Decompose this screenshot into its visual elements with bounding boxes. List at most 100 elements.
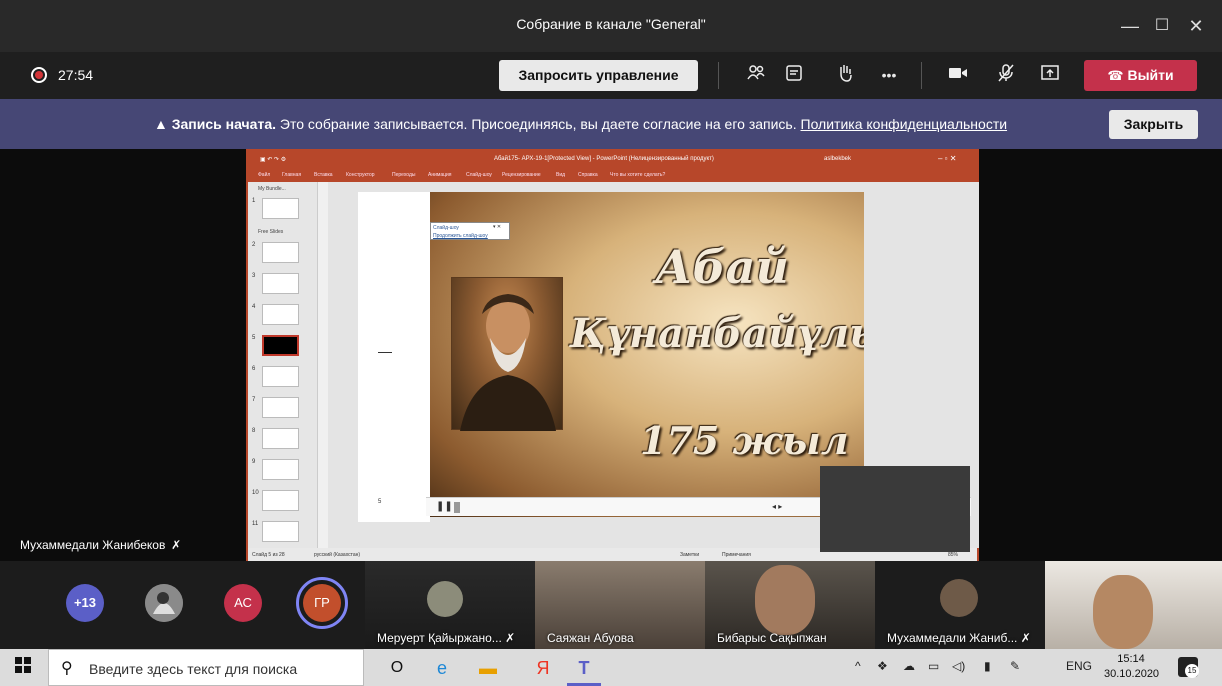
menu-home[interactable]: Главная [282, 172, 301, 178]
zoom-level[interactable]: 85% [948, 552, 958, 558]
section-label[interactable]: Free Slides [258, 229, 283, 235]
slide-thumbnail[interactable] [262, 242, 299, 263]
task-view-icon[interactable]: O [384, 655, 410, 681]
microphone-icon[interactable]: ▮ [984, 659, 991, 673]
notes-toggle[interactable]: Заметки [680, 552, 699, 558]
windows-start-icon[interactable] [10, 655, 36, 681]
clock-time: 15:14 [1117, 653, 1145, 665]
pen-icon[interactable]: ✎ [1010, 659, 1020, 673]
ppt-title: Абай175- АРХ-19-1[Protected View] - Powe… [494, 156, 714, 162]
participant-avatar[interactable]: ГР [303, 584, 341, 622]
section-label[interactable]: My Bundle... [258, 186, 286, 192]
edge-icon[interactable]: e [429, 655, 455, 681]
participant-tile[interactable]: Мухаммедали Жаниб... ✗ [875, 561, 1045, 649]
banner-text: Это собрание записывается. Присоединяясь… [279, 116, 797, 132]
warning-icon: ▲ [154, 116, 168, 132]
popup-close-icon[interactable]: ▾ ✕ [493, 224, 501, 230]
slide-number: 1 [252, 198, 256, 204]
recording-banner: ▲ Запись начата. Это собрание записывает… [0, 99, 1222, 149]
search-icon: ⚲ [61, 660, 73, 677]
divider [718, 62, 719, 89]
slide-thumbnail[interactable] [262, 366, 299, 387]
privacy-policy-link[interactable]: Политика конфиденциальности [801, 116, 1008, 132]
slide-thumbnail[interactable] [262, 428, 299, 449]
notes-page: 5 [358, 192, 430, 522]
taskbar-search[interactable]: ⚲ Введите здесь текст для поиска [48, 649, 364, 686]
menu-help[interactable]: Справка [578, 172, 598, 178]
participant-avatar[interactable] [145, 584, 183, 622]
menu-review[interactable]: Рецензирование [502, 172, 541, 178]
slideshow-popup[interactable]: Слайд-шоу ▾ ✕ Продолжить слайд-шоу [430, 222, 510, 240]
camera-icon[interactable] [946, 63, 970, 87]
pause-icon[interactable]: ❚❚ [436, 501, 453, 512]
ppt-user: aslbekbek [824, 156, 852, 162]
participant-avatar [427, 581, 463, 617]
search-placeholder: Введите здесь текст для поиска [89, 661, 298, 677]
file-explorer-icon[interactable]: ▬ [475, 655, 501, 681]
slide-number: 4 [252, 304, 256, 310]
menu-file[interactable]: Файл [258, 172, 270, 178]
maximize-icon[interactable]: ☐ [1150, 14, 1174, 38]
raise-hand-icon[interactable] [833, 63, 857, 87]
participant-tile[interactable]: Бибарыс Сақыпжан [705, 561, 875, 649]
self-video-preview[interactable] [820, 466, 970, 552]
volume-icon[interactable]: ◁) [952, 659, 965, 673]
menu-view[interactable]: Вид [556, 172, 565, 178]
participant-tile[interactable] [1045, 561, 1222, 649]
participants-icon[interactable] [744, 63, 768, 87]
minimize-icon[interactable]: — [1118, 14, 1142, 38]
more-icon[interactable]: ••• [877, 63, 901, 87]
comments-toggle[interactable]: Примечания [722, 552, 751, 558]
yandex-browser-icon[interactable]: Я [530, 655, 556, 681]
close-icon[interactable]: ✕ [1184, 14, 1208, 38]
continue-slideshow-link[interactable]: Продолжить слайд-шоу [433, 233, 488, 239]
menu-slideshow[interactable]: Слайд-шоу [466, 172, 492, 178]
menu-insert[interactable]: Вставка [314, 172, 333, 178]
menu-transitions[interactable]: Переходы [392, 172, 415, 178]
participant-tile[interactable]: Меруерт Қайыржано... ✗ [365, 561, 535, 649]
participant-avatar[interactable]: АС [224, 584, 262, 622]
slide-thumbnail[interactable] [262, 459, 299, 480]
mic-off-icon: ✗ [168, 538, 182, 552]
slide-preview[interactable]: Абай Құнанбайұлы 175 жыл [430, 192, 864, 517]
menu-animations[interactable]: Анимация [428, 172, 451, 178]
status-language: русский (Казахстан) [314, 552, 361, 558]
leave-label: Выйти [1127, 67, 1174, 83]
onedrive-icon[interactable]: ☁ [903, 659, 915, 673]
notifications-icon[interactable]: 15 [1178, 657, 1199, 678]
tell-me-search[interactable]: Что вы хотите сделать? [610, 172, 665, 178]
slide-thumbnail[interactable] [262, 198, 299, 219]
chat-icon[interactable] [782, 63, 806, 87]
overflow-participants[interactable]: +13 [66, 584, 104, 622]
request-control-button[interactable]: Запросить управление [499, 60, 698, 91]
slide-thumbnail[interactable] [262, 397, 299, 418]
seek-slider[interactable] [454, 502, 460, 513]
menu-design[interactable]: Конструктор [346, 172, 375, 178]
step-arrows-icon[interactable]: ◂ ▸ [772, 502, 782, 511]
taskbar-clock[interactable]: 15:14 30.10.2020 [1104, 652, 1159, 682]
teams-icon[interactable]: T [571, 655, 597, 681]
notifications-count: 15 [1185, 664, 1199, 678]
windows-taskbar: ⚲ Введите здесь текст для поиска O e ▬ Я… [0, 649, 1222, 686]
participant-name: Бибарыс Сақыпжан [717, 631, 827, 645]
slide-thumbnail[interactable] [262, 490, 299, 511]
banner-message: ▲ Запись начата. Это собрание записывает… [154, 116, 1007, 132]
ppt-window-controls[interactable]: – ▫ ✕ [938, 154, 956, 163]
tray-overflow-icon[interactable]: ^ [855, 659, 861, 673]
mic-off-icon[interactable] [994, 63, 1018, 87]
dropbox-icon[interactable]: ❖ [877, 659, 888, 673]
keyboard-language[interactable]: ENG [1066, 659, 1092, 673]
battery-icon[interactable]: ▭ [928, 659, 939, 673]
slide-thumbnail[interactable] [262, 273, 299, 294]
share-icon[interactable] [1038, 63, 1062, 87]
leave-button[interactable]: ☎ Выйти [1084, 60, 1197, 91]
slide-thumbnail-selected[interactable] [262, 335, 299, 356]
slide-thumbnails-pane: My Bundle... 1 Free Slides 2 3 4 5 6 7 8… [248, 182, 318, 548]
participant-tile[interactable]: Саяжан Абуова [535, 561, 705, 649]
popup-title: Слайд-шоу [433, 225, 459, 231]
slide-number: 10 [252, 490, 259, 496]
presenter-name-label: Мухаммедали Жанибеков ✗ [20, 538, 181, 552]
slide-thumbnail[interactable] [262, 521, 299, 542]
close-banner-button[interactable]: Закрыть [1109, 110, 1198, 139]
slide-thumbnail[interactable] [262, 304, 299, 325]
